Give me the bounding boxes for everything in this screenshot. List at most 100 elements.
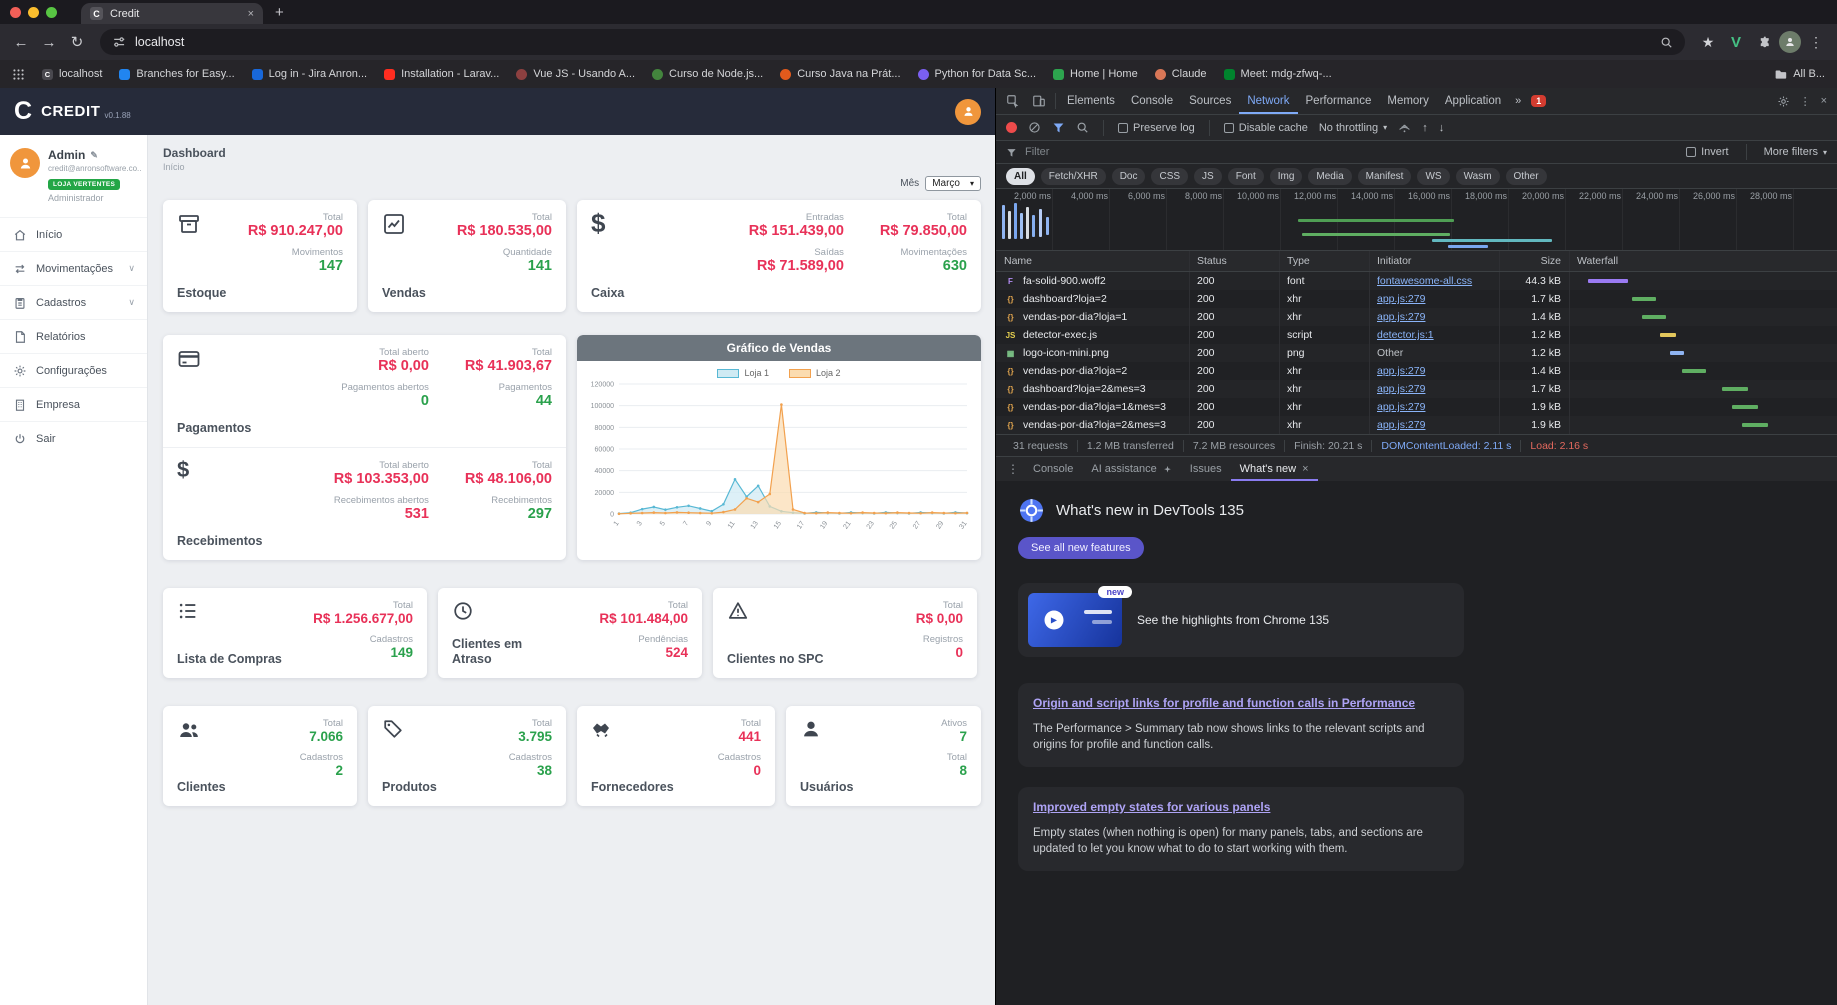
legend-loja2[interactable]: Loja 2 [789, 368, 841, 378]
bookmark-item[interactable]: Branches for Easy... [119, 68, 235, 80]
network-request-row[interactable]: {} vendas-por-dia?loja=2&mes=3 200 xhr a… [996, 416, 1837, 434]
site-info-icon[interactable] [112, 35, 126, 49]
new-tab-button[interactable]: + [275, 4, 284, 21]
highlights-thumbnail[interactable]: new ▶ [1028, 586, 1132, 647]
invert-filter-checkbox[interactable]: Invert [1686, 146, 1729, 158]
preserve-log-checkbox[interactable]: Preserve log [1118, 122, 1195, 134]
sidebar-item-cadastros[interactable]: Cadastros ∨ [0, 285, 147, 319]
tab-close-icon[interactable]: × [248, 8, 254, 20]
bookmark-item[interactable]: Vue JS - Usando A... [516, 68, 635, 80]
chevron-down-icon[interactable]: ∨ [128, 297, 135, 308]
drawer-menu-icon[interactable]: ⋮ [1002, 462, 1024, 476]
network-request-row[interactable]: F fa-solid-900.woff2 200 font fontawesom… [996, 272, 1837, 290]
request-initiator-link[interactable]: app.js:279 [1377, 383, 1425, 395]
header-user-avatar[interactable] [955, 98, 981, 125]
browser-tab[interactable]: C Credit × [81, 3, 263, 24]
bookmark-item[interactable]: Curso de Node.js... [652, 68, 763, 80]
sidebar-item-inicio[interactable]: Início [0, 217, 147, 251]
bookmark-item[interactable]: Installation - Larav... [384, 68, 499, 80]
address-bar[interactable]: localhost [100, 29, 1685, 55]
browser-menu-icon[interactable]: ⋮ [1803, 34, 1829, 51]
drawer-tab-ai-assistance[interactable]: AI assistance [1082, 457, 1180, 481]
bookmark-item[interactable]: Claude [1154, 68, 1207, 80]
devtools-tab[interactable]: Network [1239, 88, 1297, 114]
network-request-row[interactable]: {} dashboard?loja=2 200 xhr app.js:279 1… [996, 290, 1837, 308]
request-initiator-link[interactable]: fontawesome-all.css [1377, 275, 1472, 287]
column-header-status[interactable]: Status [1189, 251, 1279, 271]
edit-pencil-icon[interactable]: ✎ [90, 150, 98, 161]
devtools-tab[interactable]: Performance [1298, 88, 1380, 114]
column-header-type[interactable]: Type [1279, 251, 1369, 271]
bookmark-item[interactable]: Meet: mdg-zfwq-... [1223, 68, 1332, 80]
request-initiator-link[interactable]: app.js:279 [1377, 311, 1425, 323]
record-network-log-button[interactable] [1006, 122, 1017, 133]
filter-chip[interactable]: Manifest [1357, 167, 1412, 185]
devtools-tab[interactable]: Elements [1059, 88, 1123, 114]
column-header-initiator[interactable]: Initiator [1369, 251, 1499, 271]
filter-chip[interactable]: Media [1308, 167, 1352, 185]
request-initiator-link[interactable]: app.js:279 [1377, 293, 1425, 305]
forward-icon[interactable]: → [36, 34, 62, 51]
search-icon[interactable] [1660, 36, 1673, 49]
throttling-select[interactable]: No throttling ▾ [1319, 122, 1387, 134]
all-bookmarks-button[interactable]: All B... [1774, 68, 1825, 81]
filter-funnel-icon[interactable] [1052, 121, 1065, 134]
see-all-features-button[interactable]: See all new features [1018, 537, 1144, 559]
column-header-name[interactable]: Name [996, 251, 1189, 271]
devtools-tab[interactable]: Application [1437, 88, 1509, 114]
legend-loja1[interactable]: Loja 1 [717, 368, 769, 378]
drawer-tab-console[interactable]: Console [1024, 457, 1082, 481]
chevron-down-icon[interactable]: ∨ [128, 263, 135, 274]
highlights-card[interactable]: new ▶ See the highlights from Chrome 135 [1018, 583, 1464, 657]
filter-chip[interactable]: Wasm [1455, 167, 1500, 185]
filter-chip[interactable]: WS [1417, 167, 1450, 185]
network-request-row[interactable]: {} vendas-por-dia?loja=2 200 xhr app.js:… [996, 362, 1837, 380]
window-zoom-button[interactable] [46, 6, 57, 18]
bookmark-item[interactable]: Log in - Jira Anron... [251, 68, 367, 80]
section-heading-link[interactable]: Improved empty states for various panels [1033, 800, 1270, 814]
network-search-icon[interactable] [1076, 121, 1089, 134]
reload-icon[interactable]: ↻ [64, 33, 90, 51]
more-filters-button[interactable]: More filters ▾ [1764, 146, 1827, 158]
devtools-tab[interactable]: Console [1123, 88, 1181, 114]
sidebar-item-sair[interactable]: Sair [0, 421, 147, 455]
network-request-row[interactable]: ▦ logo-icon-mini.png 200 png Other 1.2 k… [996, 344, 1837, 362]
sidebar-item-movimentacoes[interactable]: Movimentações ∨ [0, 251, 147, 285]
window-minimize-button[interactable] [28, 6, 39, 18]
error-count-badge[interactable]: 1 [1531, 95, 1547, 107]
more-tabs-icon[interactable]: » [1509, 95, 1527, 107]
column-header-size[interactable]: Size [1499, 251, 1569, 271]
network-conditions-icon[interactable] [1398, 121, 1411, 134]
month-select[interactable]: Março ▾ [925, 176, 981, 191]
section-heading-link[interactable]: Origin and script links for profile and … [1033, 696, 1415, 710]
filter-chip[interactable]: CSS [1151, 167, 1189, 185]
bookmark-item[interactable]: Python for Data Sc... [917, 68, 1036, 80]
drawer-tab-whats-new[interactable]: What's new × [1231, 457, 1318, 481]
sidebar-item-empresa[interactable]: Empresa [0, 387, 147, 421]
play-icon[interactable]: ▶ [1044, 610, 1064, 630]
sidebar-item-relatorios[interactable]: Relatórios [0, 319, 147, 353]
network-filter-input[interactable] [1025, 146, 1405, 158]
sidebar-item-configuracoes[interactable]: Configurações [0, 353, 147, 387]
bookmark-item[interactable]: C localhost [42, 68, 102, 80]
clear-network-log-icon[interactable] [1028, 121, 1041, 134]
back-icon[interactable]: ← [8, 34, 34, 51]
close-icon[interactable]: × [1302, 463, 1308, 475]
bookmark-item[interactable]: Home | Home [1053, 68, 1138, 80]
inspect-element-icon[interactable] [1000, 94, 1026, 108]
filter-chip[interactable]: Font [1227, 167, 1264, 185]
network-overview-timeline[interactable]: 2,000 ms 4,000 ms 6,000 ms 8,000 ms 10,000 m… [996, 189, 1837, 251]
devtools-menu-icon[interactable]: ⋮ [1800, 95, 1811, 108]
drawer-tab-issues[interactable]: Issues [1181, 457, 1231, 481]
bookmark-item[interactable]: Curso Java na Prát... [780, 68, 901, 80]
request-initiator-link[interactable]: app.js:279 [1377, 419, 1425, 431]
filter-chip[interactable]: JS [1194, 167, 1222, 185]
device-toolbar-icon[interactable] [1026, 94, 1052, 108]
export-har-icon[interactable]: ↓ [1439, 122, 1445, 134]
devtools-close-icon[interactable]: × [1821, 95, 1827, 107]
apps-grid-icon[interactable] [12, 68, 25, 81]
filter-chip[interactable]: Other [1505, 167, 1547, 185]
import-har-icon[interactable]: ↑ [1422, 122, 1428, 134]
network-request-row[interactable]: {} vendas-por-dia?loja=1 200 xhr app.js:… [996, 308, 1837, 326]
filter-chip[interactable]: All [1006, 167, 1035, 185]
